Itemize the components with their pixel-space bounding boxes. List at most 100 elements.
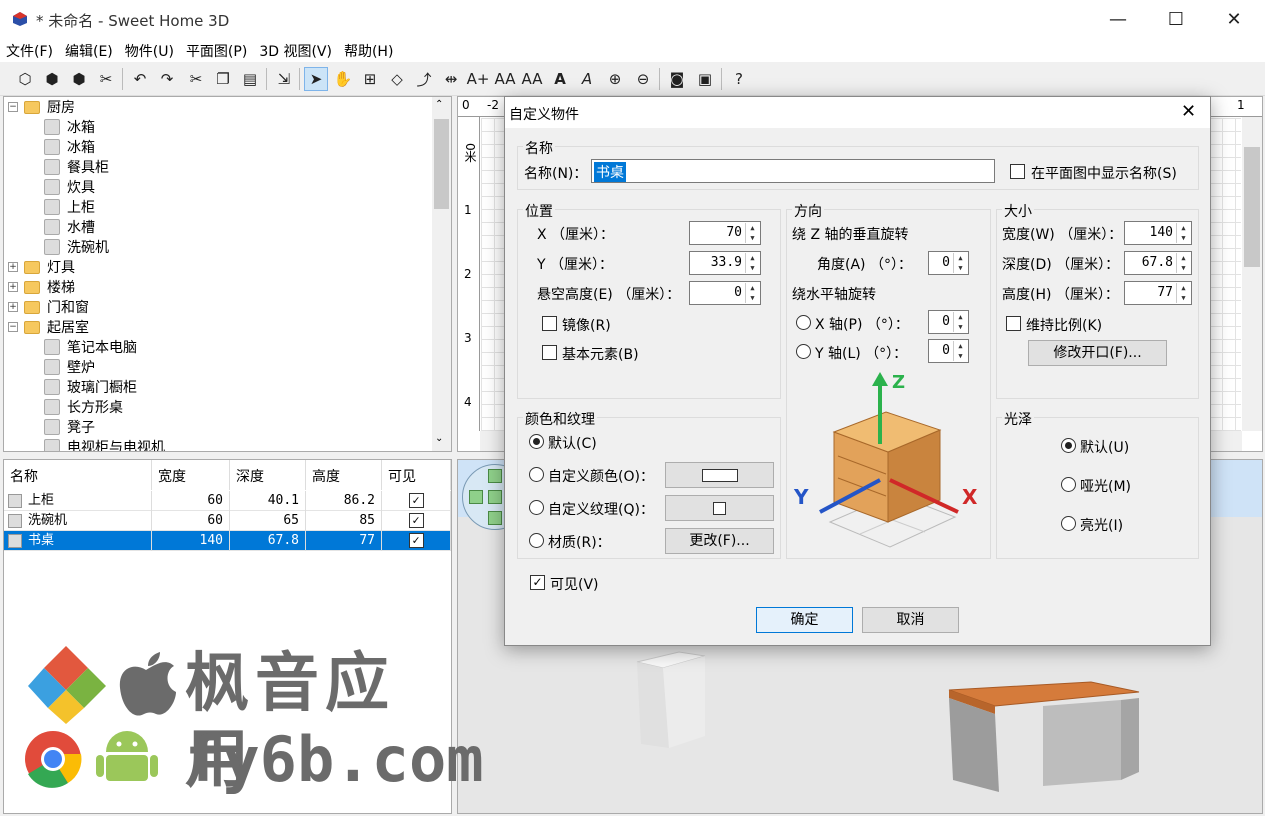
catalog-item[interactable]: 长方形桌 (4, 397, 123, 417)
catalog-item[interactable]: 炊具 (4, 177, 95, 197)
change-material-button[interactable]: 更改(F)... (665, 528, 774, 554)
x-spinner[interactable]: 70 ▲ ▼ (689, 221, 761, 245)
col-header-visible[interactable]: 可见 (382, 460, 451, 490)
catalog-item[interactable]: 上柜 (4, 197, 95, 217)
collapse-icon[interactable]: − (8, 102, 18, 112)
catalog-category[interactable]: + 楼梯 (4, 277, 75, 297)
table-row[interactable]: 上柜 60 40.1 86.2 ✓ (4, 491, 451, 511)
copy-icon[interactable]: ❐ (211, 67, 235, 91)
pan-mode-icon[interactable]: ✋ (331, 67, 355, 91)
catalog-scrollbar[interactable]: ⌃ ⌄ (432, 97, 451, 451)
add-text-icon[interactable]: A+ (466, 67, 490, 91)
y-axis-radio[interactable] (796, 344, 811, 359)
x-axis-radio[interactable] (796, 315, 811, 330)
undo-icon[interactable]: ↶ (128, 67, 152, 91)
depth-spinner[interactable]: 67.8 ▲ ▼ (1124, 251, 1192, 275)
catalog-scrollbar-thumb[interactable] (434, 119, 449, 209)
basic-element-checkbox[interactable] (542, 345, 557, 360)
zoom-in-icon[interactable]: ⊕ (603, 67, 627, 91)
custom-color-radio[interactable] (529, 467, 544, 482)
col-header-name[interactable]: 名称 (4, 460, 152, 490)
bold-text-icon[interactable]: A (548, 67, 572, 91)
save-icon[interactable]: ⬢ (67, 67, 91, 91)
create-dimensions-icon[interactable]: ⇹ (439, 67, 463, 91)
table-row[interactable]: 书桌 140 67.8 77 ✓ (4, 531, 451, 551)
dialog-close-button[interactable]: ✕ (1181, 101, 1196, 122)
material-radio[interactable] (529, 533, 544, 548)
nav-left-icon[interactable] (469, 490, 483, 504)
x-axis-spinner[interactable]: 0 ▲ ▼ (928, 310, 969, 334)
nav-down-icon[interactable] (488, 511, 502, 525)
select-mode-icon[interactable]: ➤ (304, 67, 328, 91)
video-icon[interactable]: ▣ (693, 67, 717, 91)
keep-proportions-checkbox[interactable] (1006, 316, 1021, 331)
menu-help[interactable]: 帮助(H) (338, 38, 399, 62)
preferences-icon[interactable]: ✂ (94, 67, 118, 91)
table-row[interactable]: 洗碗机 60 65 85 ✓ (4, 511, 451, 531)
menu-edit[interactable]: 编辑(E) (59, 38, 119, 62)
catalog-item[interactable]: 冰箱 (4, 117, 95, 137)
visible-checkbox-cell[interactable]: ✓ (408, 533, 424, 548)
decrease-text-icon[interactable]: AA (520, 67, 544, 91)
create-walls-icon[interactable]: ⊞ (358, 67, 382, 91)
catalog-category[interactable]: − 起居室 (4, 317, 89, 337)
new-home-icon[interactable]: ⬡ (13, 67, 37, 91)
paste-icon[interactable]: ▤ (238, 67, 262, 91)
modify-openings-button[interactable]: 修改开口(F)... (1028, 340, 1167, 366)
collapse-icon[interactable]: − (8, 322, 18, 332)
catalog-item[interactable]: 玻璃门橱柜 (4, 377, 137, 397)
increase-text-icon[interactable]: AA (493, 67, 517, 91)
add-furniture-icon[interactable]: ⇲ (272, 67, 296, 91)
catalog-item[interactable]: 餐具柜 (4, 157, 109, 177)
height-spinner[interactable]: 77 ▲ ▼ (1124, 281, 1192, 305)
cut-icon[interactable]: ✂ (184, 67, 208, 91)
open-icon[interactable]: ⬢ (40, 67, 64, 91)
menu-furniture[interactable]: 物件(U) (119, 38, 180, 62)
menu-file[interactable]: 文件(F) (0, 38, 59, 62)
nav-up-icon[interactable] (488, 469, 502, 483)
catalog-item[interactable]: 笔记本电脑 (4, 337, 137, 357)
menu-plan[interactable]: 平面图(P) (180, 38, 253, 62)
matte-radio[interactable] (1061, 477, 1076, 492)
color-picker-button[interactable] (665, 462, 774, 488)
catalog-item[interactable]: 水槽 (4, 217, 95, 237)
catalog-item[interactable]: 凳子 (4, 417, 95, 437)
catalog-item[interactable]: 电视柜与电视机 (4, 437, 165, 451)
catalog-item[interactable]: 洗碗机 (4, 237, 109, 257)
catalog-category[interactable]: − 厨房 (4, 97, 75, 117)
angle-spinner[interactable]: 0 ▲ ▼ (928, 251, 969, 275)
create-polylines-icon[interactable]: ⤴ (412, 67, 436, 91)
col-header-depth[interactable]: 深度 (230, 460, 306, 490)
y-spinner[interactable]: 33.9 ▲ ▼ (689, 251, 761, 275)
col-header-height[interactable]: 高度 (306, 460, 382, 490)
mirror-checkbox[interactable] (542, 316, 557, 331)
visible-checkbox-cell[interactable]: ✓ (408, 513, 424, 528)
catalog-item[interactable]: 壁炉 (4, 357, 95, 377)
ok-button[interactable]: 确定 (756, 607, 853, 633)
table-cell-visible[interactable]: ✓ (382, 491, 451, 511)
visible-checkbox-cell[interactable]: ✓ (408, 493, 424, 508)
show-name-checkbox[interactable] (1010, 164, 1025, 179)
table-cell-visible[interactable]: ✓ (382, 531, 451, 551)
maximize-button[interactable]: ☐ (1147, 0, 1205, 38)
help-icon[interactable]: ? (727, 67, 751, 91)
zoom-out-icon[interactable]: ⊖ (631, 67, 655, 91)
create-rooms-icon[interactable]: ◇ (385, 67, 409, 91)
default-color-radio[interactable] (529, 434, 544, 449)
redo-icon[interactable]: ↷ (155, 67, 179, 91)
shininess-default-radio[interactable] (1061, 438, 1076, 453)
shiny-radio[interactable] (1061, 516, 1076, 531)
custom-texture-radio[interactable] (529, 500, 544, 515)
texture-picker-button[interactable] (665, 495, 774, 521)
expand-icon[interactable]: + (8, 282, 18, 292)
width-spinner[interactable]: 140 ▲ ▼ (1124, 221, 1192, 245)
menu-3d-view[interactable]: 3D 视图(V) (253, 38, 338, 62)
cancel-button[interactable]: 取消 (862, 607, 959, 633)
nav-center-icon[interactable] (488, 490, 502, 504)
catalog-category[interactable]: + 灯具 (4, 257, 75, 277)
table-cell-visible[interactable]: ✓ (382, 511, 451, 531)
expand-icon[interactable]: + (8, 262, 18, 272)
elevation-spinner[interactable]: 0 ▲ ▼ (689, 281, 761, 305)
name-input[interactable]: 书桌 (591, 159, 995, 183)
catalog-item[interactable]: 冰箱 (4, 137, 95, 157)
